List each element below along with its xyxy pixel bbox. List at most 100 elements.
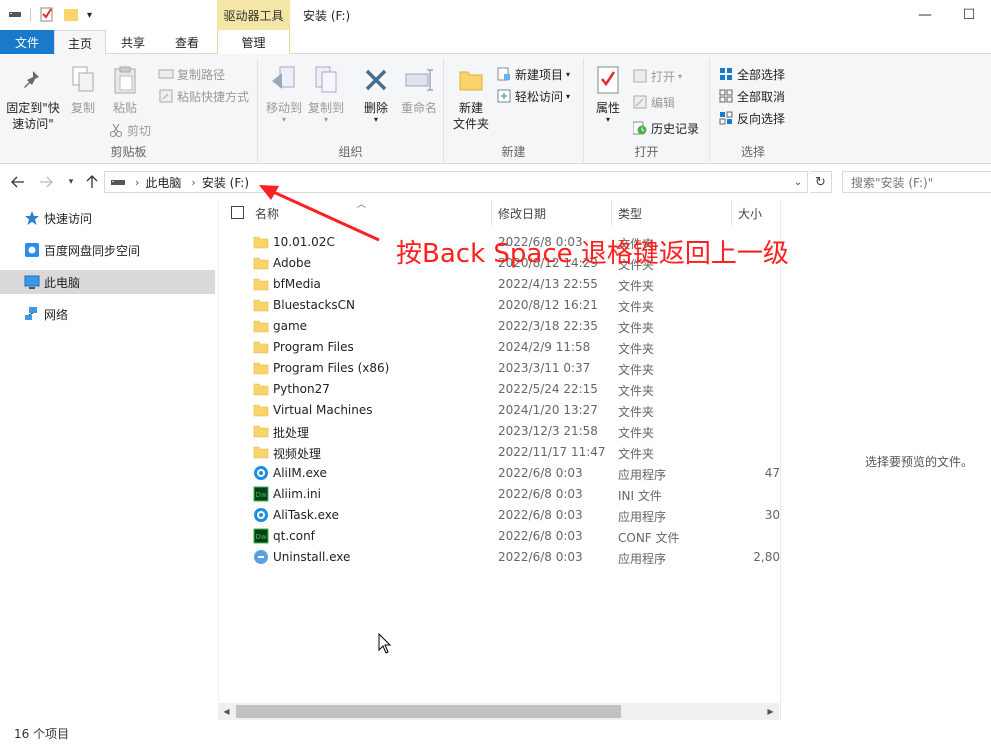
file-row[interactable]: Dw qt.conf 2022/6/8 0:03 CONF 文件 bbox=[219, 526, 780, 547]
up-button[interactable] bbox=[82, 172, 102, 192]
file-row[interactable]: Virtual Machines 2024/1/20 13:27 文件夹 bbox=[219, 400, 780, 421]
baidu-sync-icon bbox=[24, 242, 40, 258]
dreamweaver-file-icon: Dw bbox=[253, 528, 269, 544]
file-row[interactable]: game 2022/3/18 22:35 文件夹 bbox=[219, 316, 780, 337]
file-date: 2022/5/24 22:15 bbox=[498, 382, 598, 396]
address-drive-icon bbox=[111, 177, 125, 187]
file-type: 文件夹 bbox=[618, 447, 655, 461]
file-size: 30 bbox=[764, 508, 780, 522]
file-type: 文件夹 bbox=[618, 342, 655, 356]
rename-button[interactable]: 重命名 bbox=[398, 64, 440, 116]
file-type: 文件夹 bbox=[618, 384, 655, 398]
delete-x-icon bbox=[360, 64, 392, 96]
paste-button[interactable]: 粘贴 bbox=[104, 64, 146, 116]
tab-share[interactable]: 共享 bbox=[108, 30, 158, 54]
move-to-button[interactable]: 移动到 ▾ bbox=[264, 64, 304, 124]
properties-quick-icon[interactable] bbox=[39, 6, 55, 25]
easy-access-button[interactable]: 轻松访问 ▾ bbox=[496, 86, 570, 106]
tab-manage[interactable]: 管理 bbox=[217, 30, 290, 54]
tab-file[interactable]: 文件 bbox=[0, 30, 54, 54]
forward-button[interactable] bbox=[36, 172, 56, 192]
horizontal-scrollbar[interactable]: ◀ ▶ bbox=[218, 703, 779, 720]
paste-shortcut-button[interactable]: 粘贴快捷方式 bbox=[158, 86, 249, 106]
network-icon bbox=[24, 306, 40, 322]
select-none-button[interactable]: 全部取消 bbox=[718, 86, 785, 106]
breadcrumb-chevron-icon[interactable]: › bbox=[191, 176, 195, 189]
breadcrumb-current-drive[interactable]: 安装 (F:) bbox=[202, 174, 249, 191]
edit-button[interactable]: 编辑 bbox=[632, 92, 675, 112]
file-row[interactable]: 视频处理 2022/11/17 11:47 文件夹 bbox=[219, 442, 780, 463]
tab-home[interactable]: 主页 bbox=[54, 30, 106, 55]
copy-path-icon bbox=[158, 66, 174, 82]
copy-button[interactable]: 复制 bbox=[64, 64, 102, 116]
file-name: Virtual Machines bbox=[273, 403, 373, 417]
delete-button[interactable]: 删除 ▾ bbox=[356, 64, 396, 124]
copy-path-button[interactable]: 复制路径 bbox=[158, 64, 225, 84]
address-dropdown-chevron-icon[interactable]: ⌄ bbox=[791, 174, 805, 190]
minimize-button[interactable]: — bbox=[903, 0, 947, 30]
move-to-icon bbox=[268, 64, 300, 96]
folder-icon bbox=[253, 423, 269, 439]
group-new: 新建 文件夹 新建项目 ▾ 轻松访问 ▾ 新建 bbox=[444, 58, 584, 162]
properties-button[interactable]: 属性 ▾ bbox=[590, 64, 626, 124]
file-row[interactable]: Program Files 2024/2/9 11:58 文件夹 bbox=[219, 337, 780, 358]
folder-icon bbox=[253, 276, 269, 292]
file-name: game bbox=[273, 319, 308, 333]
folder-icon bbox=[253, 318, 269, 334]
scrollbar-thumb[interactable] bbox=[236, 705, 621, 718]
new-item-button[interactable]: 新建项目 ▾ bbox=[496, 64, 570, 84]
file-row[interactable]: Uninstall.exe 2022/6/8 0:03 应用程序 2,80 bbox=[219, 547, 780, 568]
group-label-organize: 组织 bbox=[338, 145, 363, 159]
select-all-button[interactable]: 全部选择 bbox=[718, 64, 785, 84]
file-row[interactable]: Program Files (x86) 2023/3/11 0:37 文件夹 bbox=[219, 358, 780, 379]
back-button[interactable] bbox=[8, 172, 28, 192]
copy-to-button[interactable]: 复制到 ▾ bbox=[306, 64, 346, 124]
file-row[interactable]: Python27 2022/5/24 22:15 文件夹 bbox=[219, 379, 780, 400]
nav-item-quick-access[interactable]: 快速访问 bbox=[0, 206, 215, 230]
file-date: 2024/2/9 11:58 bbox=[498, 340, 591, 354]
new-folder-button[interactable]: 新建 文件夹 bbox=[448, 64, 494, 132]
file-date: 2022/6/8 0:03 bbox=[498, 550, 583, 564]
refresh-button[interactable]: ↻ bbox=[810, 171, 832, 193]
arrow-up-icon bbox=[86, 175, 98, 188]
search-input[interactable]: 搜索"安装 (F:)" bbox=[842, 171, 991, 193]
maximize-button[interactable]: ☐ bbox=[947, 0, 991, 30]
file-row[interactable]: BluestacksCN 2020/8/12 16:21 文件夹 bbox=[219, 295, 780, 316]
chevron-down-icon: ▾ bbox=[68, 177, 74, 187]
file-row[interactable]: AliTask.exe 2022/6/8 0:03 应用程序 30 bbox=[219, 505, 780, 526]
group-label-clipboard: 剪贴板 bbox=[110, 145, 147, 159]
column-header-type[interactable]: 类型 bbox=[612, 200, 732, 226]
quick-access-toolbar: ▾ bbox=[8, 5, 92, 25]
breadcrumb-chevron-icon[interactable]: › bbox=[135, 176, 139, 189]
breadcrumb-this-pc[interactable]: 此电脑 bbox=[145, 174, 181, 191]
history-button[interactable]: 历史记录 bbox=[632, 118, 699, 138]
nav-item-baidu-sync[interactable]: 百度网盘同步空间 bbox=[0, 238, 215, 262]
cut-button[interactable]: 剪切 bbox=[108, 120, 151, 140]
customize-qa-chevron-icon[interactable]: ▾ bbox=[87, 10, 92, 21]
column-header-date[interactable]: 修改日期 bbox=[492, 200, 612, 226]
invert-selection-button[interactable]: 反向选择 bbox=[718, 108, 785, 128]
scroll-right-icon[interactable]: ▶ bbox=[762, 703, 779, 720]
open-button[interactable]: 打开 ▾ bbox=[632, 66, 682, 86]
file-row[interactable]: AliIM.exe 2022/6/8 0:03 应用程序 47 bbox=[219, 463, 780, 484]
drive-tools-label: 驱动器工具 bbox=[217, 0, 290, 30]
file-date: 2024/1/20 13:27 bbox=[498, 403, 598, 417]
nav-item-this-pc[interactable]: 此电脑 bbox=[0, 270, 215, 294]
recent-locations-button[interactable]: ▾ bbox=[61, 172, 81, 192]
scroll-left-icon[interactable]: ◀ bbox=[218, 703, 235, 720]
address-bar[interactable]: › 此电脑 › 安装 (F:) ⌄ bbox=[104, 171, 808, 193]
nav-item-network[interactable]: 网络 bbox=[0, 302, 215, 326]
file-row[interactable]: 批处理 2023/12/3 21:58 文件夹 bbox=[219, 421, 780, 442]
file-name: AliIM.exe bbox=[273, 466, 327, 480]
group-select: 全部选择 全部取消 反向选择 选择 bbox=[710, 58, 796, 162]
file-row[interactable]: Dw Aliim.ini 2022/6/8 0:03 INI 文件 bbox=[219, 484, 780, 505]
pin-quick-access-button[interactable]: 固定到"快 速访问" bbox=[4, 64, 62, 132]
file-row[interactable]: bfMedia 2022/4/13 22:55 文件夹 bbox=[219, 274, 780, 295]
column-header-size[interactable]: 大小 bbox=[732, 200, 780, 226]
rename-icon bbox=[403, 64, 435, 96]
drive-icon bbox=[8, 8, 22, 23]
new-folder-quick-icon[interactable] bbox=[63, 6, 79, 25]
file-name: 批处理 bbox=[273, 426, 310, 440]
scissors-icon bbox=[108, 122, 124, 138]
tab-view[interactable]: 查看 bbox=[160, 30, 214, 54]
